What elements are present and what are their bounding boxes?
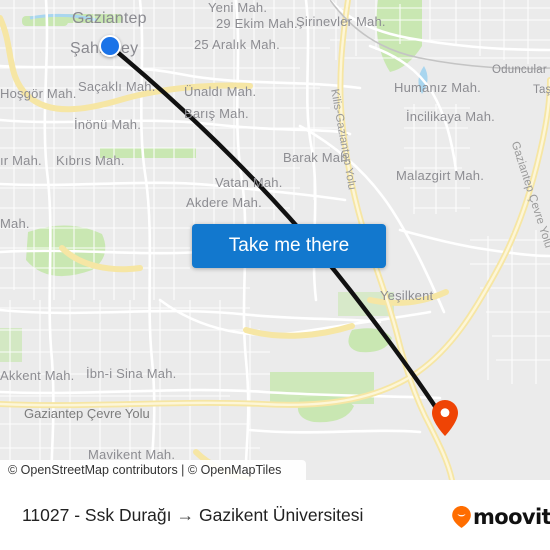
map-canvas[interactable]: Gaziantep Şahinbey Yeni Mah. 29 Ekim Mah… [0, 0, 550, 480]
route-summary: 11027 - Ssk Durağı → Gazikent Üniversitesi [22, 505, 363, 526]
moovit-logo[interactable]: moovit [452, 505, 550, 529]
route-origin-label: 11027 - Ssk Durağı [22, 505, 172, 525]
route-destination-label: Gazikent Üniversitesi [198, 505, 364, 525]
moovit-route-map-card: Gaziantep Şahinbey Yeni Mah. 29 Ekim Mah… [0, 0, 550, 550]
moovit-pin-icon [452, 506, 471, 528]
attribution-text[interactable]: © OpenStreetMap contributors | © OpenMap… [8, 463, 281, 477]
destination-marker[interactable] [432, 400, 458, 436]
origin-marker[interactable] [99, 35, 121, 57]
map-pin-icon [432, 400, 458, 436]
take-me-there-button[interactable]: Take me there [192, 224, 386, 268]
moovit-wordmark: moovit [473, 505, 550, 529]
arrow-icon: → [176, 505, 194, 525]
map-attribution-bar: © OpenStreetMap contributors | © OpenMap… [0, 460, 306, 480]
